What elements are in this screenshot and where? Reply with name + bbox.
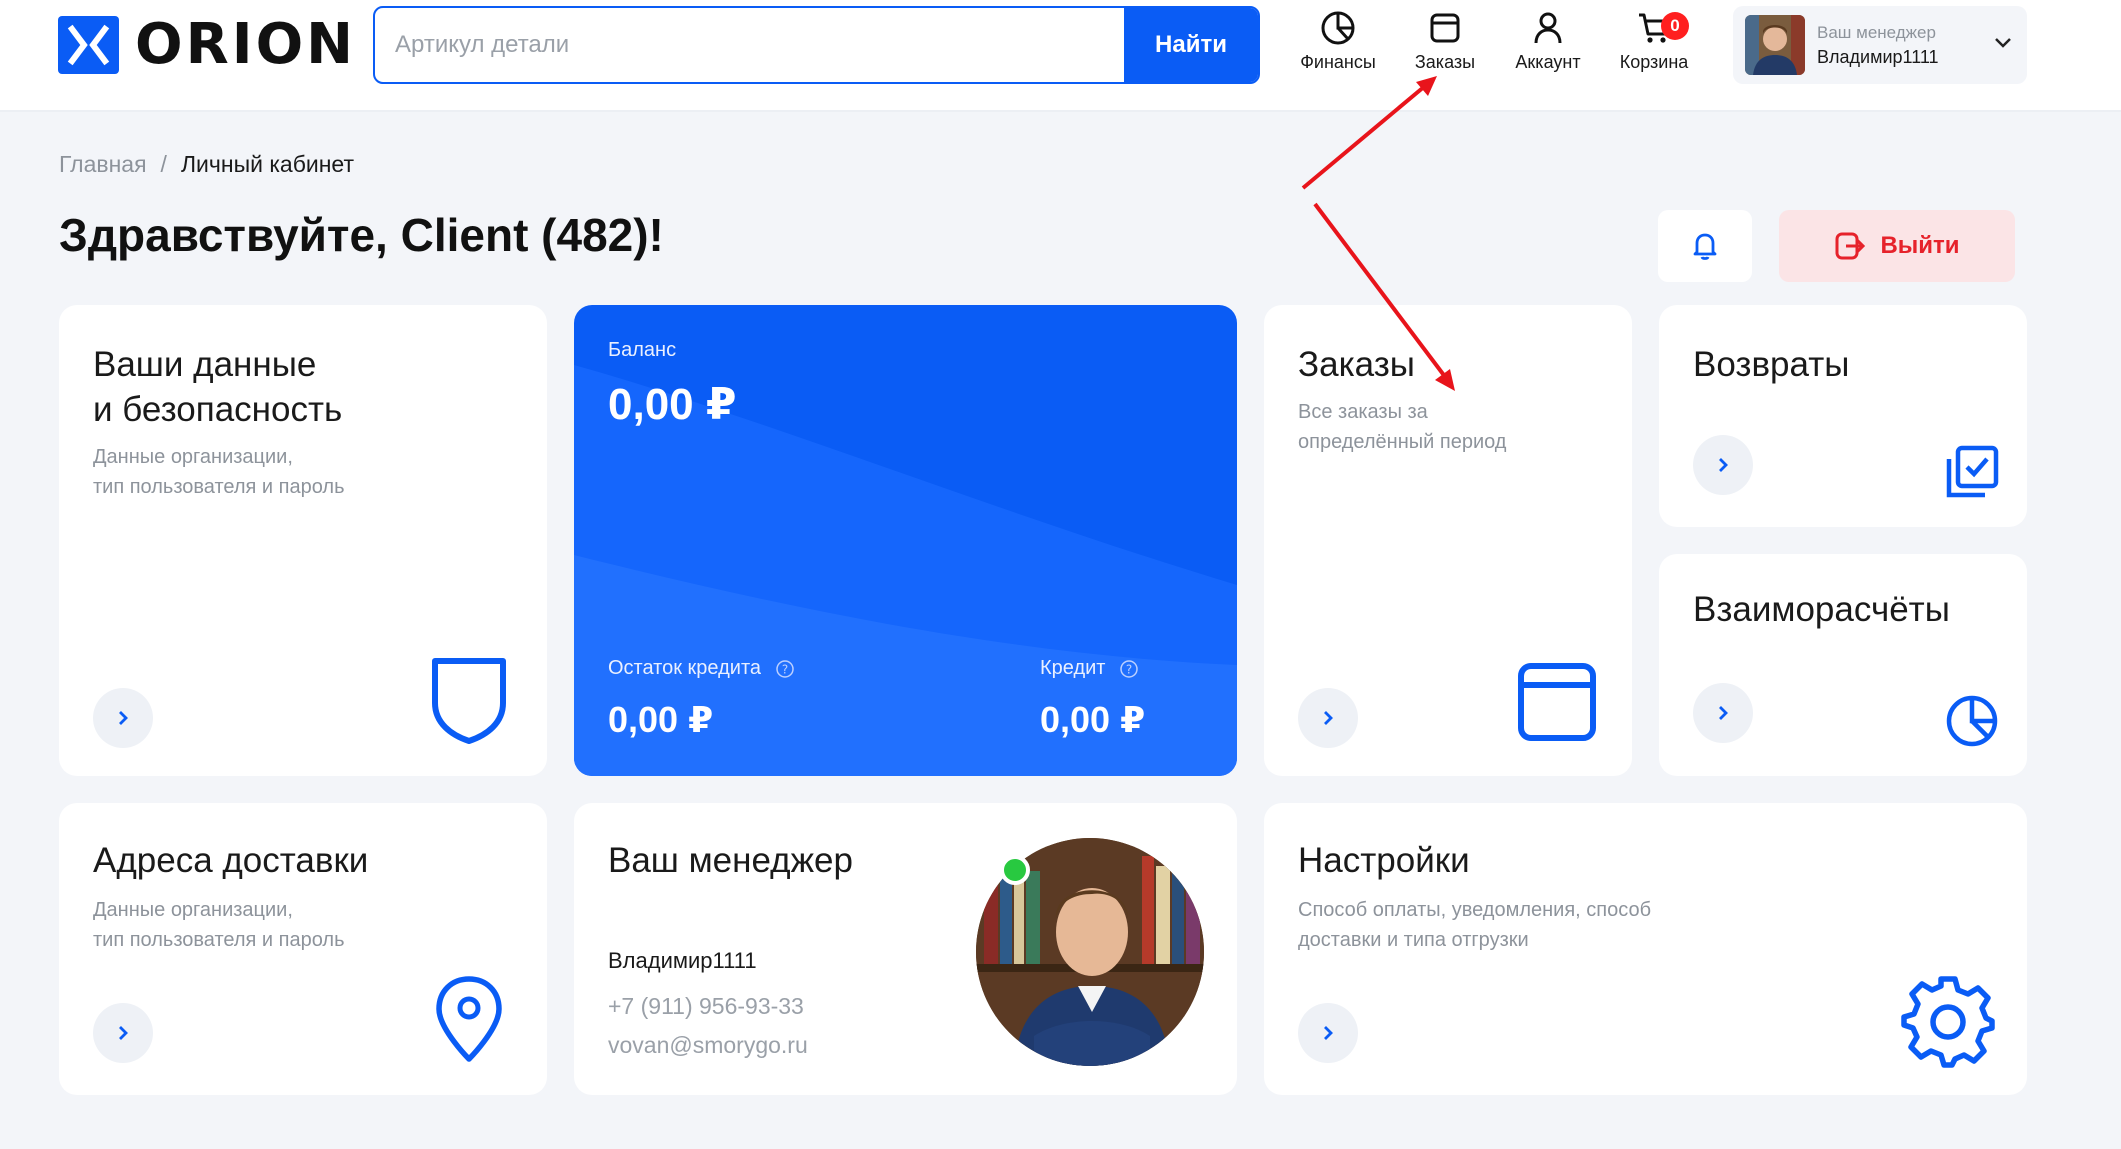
card-manager-title: Ваш менеджер — [608, 841, 853, 880]
card-desc-line: тип пользователя и пароль — [93, 476, 345, 498]
card-addresses-desc: Данные организации, тип пользователя и п… — [93, 895, 345, 955]
card-security-title: Ваши данные и безопасность — [93, 342, 342, 432]
card-settings-open-button[interactable] — [1298, 1003, 1358, 1063]
card-settings-title: Настройки — [1298, 841, 1470, 880]
chevron-right-icon — [1324, 1026, 1333, 1040]
user-icon — [1534, 12, 1562, 44]
svg-text:?: ? — [781, 662, 787, 676]
card-desc-line: Все заказы за — [1298, 401, 1428, 423]
card-settings[interactable]: Настройки Способ оплаты, уведомления, сп… — [1264, 803, 2027, 1095]
nav-finance[interactable]: Финансы — [1295, 10, 1381, 73]
cart-count-badge: 0 — [1661, 12, 1689, 40]
breadcrumb-separator: / — [160, 151, 167, 177]
card-addresses-open-button[interactable] — [93, 1003, 153, 1063]
logout-button[interactable]: Выйти — [1779, 210, 2015, 282]
help-icon[interactable]: ? — [1119, 659, 1139, 679]
chevron-down-icon — [1995, 38, 2011, 48]
card-addresses[interactable]: Адреса доставки Данные организации, тип … — [59, 803, 547, 1095]
box-icon — [1518, 663, 1596, 741]
checklist-icon — [1946, 445, 1999, 498]
card-orders[interactable]: Заказы Все заказы за определённый период — [1264, 305, 1632, 776]
breadcrumb: Главная / Личный кабинет — [59, 151, 354, 178]
credit-label: Кредит — [1040, 657, 1106, 679]
card-manager: Ваш менеджер Владимир1111 +7 (911) 956-9… — [574, 803, 1237, 1095]
nav-cart[interactable]: 0 Корзина — [1611, 10, 1697, 73]
card-security-open-button[interactable] — [93, 688, 153, 748]
search-bar: Найти — [373, 6, 1260, 84]
manager-card-name: Владимир1111 — [608, 948, 757, 973]
credit-rest-label: Остаток кредита — [608, 657, 761, 679]
credit-value: 0,00 ₽ — [1040, 699, 1146, 740]
card-settlements[interactable]: Взаиморасчёты — [1659, 554, 2027, 776]
credit-rest-label-wrap: Остаток кредита ? — [608, 657, 795, 680]
card-title-line: и безопасность — [93, 390, 343, 429]
svg-text:?: ? — [1126, 662, 1132, 676]
logout-icon — [1835, 232, 1866, 260]
card-orders-open-button[interactable] — [1298, 688, 1358, 748]
card-orders-title: Заказы — [1298, 345, 1415, 384]
card-addresses-title: Адреса доставки — [93, 841, 369, 880]
page-title: Здравствуйте, Client (482)! — [59, 209, 664, 261]
gear-icon — [1901, 976, 1995, 1068]
nav-orders[interactable]: Заказы — [1405, 10, 1485, 73]
box-icon — [1430, 13, 1460, 43]
chevron-right-icon — [1324, 711, 1333, 725]
card-desc-line: Данные организации, — [93, 446, 293, 468]
logo-mark-icon — [58, 16, 119, 74]
chevron-right-icon — [119, 1026, 128, 1040]
card-title-line: Ваши данные — [93, 345, 317, 384]
search-input[interactable] — [375, 8, 1124, 82]
help-icon[interactable]: ? — [775, 659, 795, 679]
balance-value: 0,00 ₽ — [608, 380, 737, 429]
logo-text: ORION — [135, 12, 357, 77]
search-button[interactable]: Найти — [1124, 8, 1258, 82]
pie-chart-icon — [1946, 695, 1998, 747]
manager-phone[interactable]: +7 (911) 956-93-33 — [608, 993, 804, 1020]
card-orders-desc: Все заказы за определённый период — [1298, 397, 1506, 457]
chevron-right-icon — [1719, 458, 1728, 472]
manager-email[interactable]: vovan@smorygo.ru — [608, 1032, 808, 1059]
card-desc-line: тип пользователя и пароль — [93, 929, 345, 951]
manager-name: Владимир1111 — [1817, 47, 1939, 67]
nav-finance-label: Финансы — [1300, 52, 1376, 72]
card-security[interactable]: Ваши данные и безопасность Данные органи… — [59, 305, 547, 776]
nav-orders-label: Заказы — [1414, 52, 1476, 72]
card-desc-line: доставки и типа отгрузки — [1298, 929, 1529, 951]
manager-dropdown[interactable]: Ваш менеджер Владимир1111 — [1733, 6, 2027, 84]
manager-caption: Ваш менеджер — [1817, 23, 1936, 42]
card-settings-desc: Способ оплаты, уведомления, способ доста… — [1298, 895, 1651, 955]
nav-account[interactable]: Аккаунт — [1505, 10, 1591, 73]
bell-icon — [1693, 233, 1717, 260]
online-status-dot — [1000, 855, 1030, 885]
logo[interactable]: ORION — [58, 16, 356, 74]
card-desc-line: определённый период — [1298, 431, 1507, 453]
card-settlements-title: Взаиморасчёты — [1693, 590, 1950, 629]
card-settlements-open-button[interactable] — [1693, 683, 1753, 743]
card-desc-line: Способ оплаты, уведомления, способ — [1298, 899, 1652, 921]
manager-avatar-small — [1745, 15, 1805, 75]
pie-chart-icon — [1321, 11, 1355, 45]
card-balance: Баланс 0,00 ₽ Остаток кредита ? 0,00 ₽ К… — [574, 305, 1237, 776]
logout-label: Выйти — [1880, 232, 1960, 259]
chevron-right-icon — [119, 711, 128, 725]
card-security-desc: Данные организации, тип пользователя и п… — [93, 442, 345, 502]
chevron-right-icon — [1719, 706, 1728, 720]
shield-icon — [432, 658, 506, 744]
map-pin-icon — [436, 976, 502, 1062]
nav-cart-label: Корзина — [1619, 52, 1689, 72]
notifications-button[interactable] — [1658, 210, 1752, 282]
nav-account-label: Аккаунт — [1515, 52, 1581, 72]
card-returns-title: Возвраты — [1693, 345, 1850, 384]
balance-label: Баланс — [608, 339, 677, 361]
card-desc-line: Данные организации, — [93, 899, 293, 921]
card-returns-open-button[interactable] — [1693, 435, 1753, 495]
breadcrumb-current: Личный кабинет — [180, 151, 354, 177]
credit-rest-value: 0,00 ₽ — [608, 699, 714, 740]
breadcrumb-home-link[interactable]: Главная — [59, 151, 147, 178]
top-header: ORION Найти Финансы Заказы Аккаунт — [0, 0, 2121, 112]
credit-label-wrap: Кредит ? — [1040, 657, 1139, 680]
card-returns[interactable]: Возвраты — [1659, 305, 2027, 527]
